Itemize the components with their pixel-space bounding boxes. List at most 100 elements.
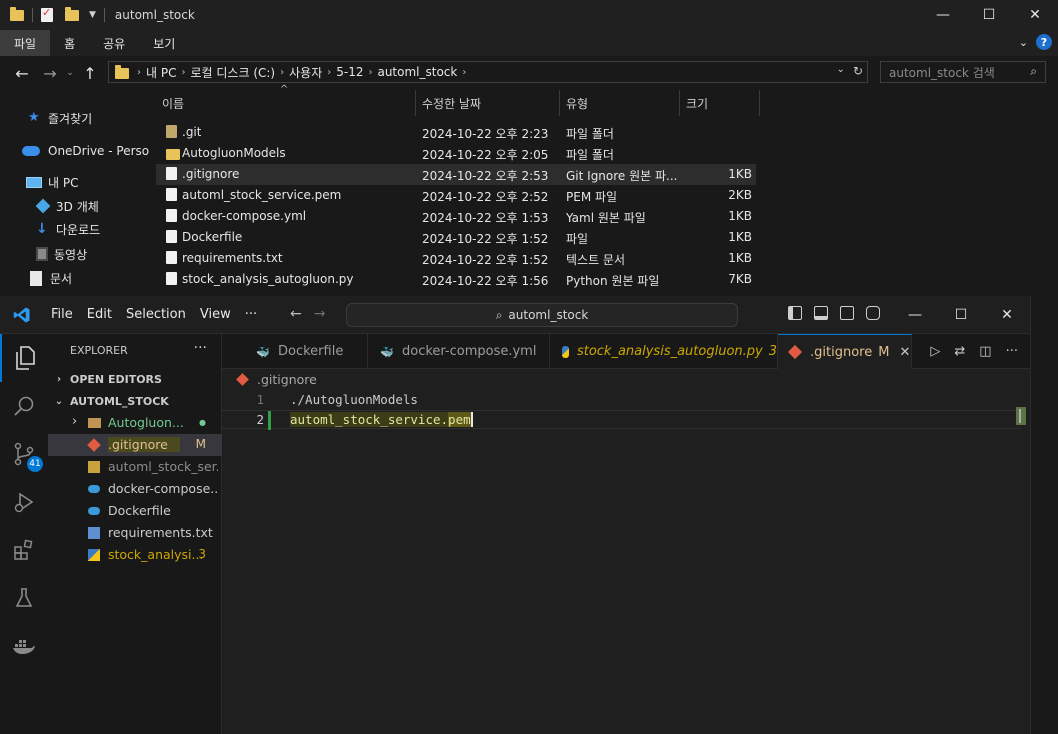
recent-locations-icon[interactable]: ⌄ [64, 59, 76, 87]
tab-stock-analysis[interactable]: stock_analysis_autogluon.py 3 [550, 334, 778, 369]
tree-item[interactable]: automl_stock_ser... [48, 456, 222, 478]
close-icon[interactable]: ✕ [899, 345, 910, 360]
tree-item[interactable]: .gitignore M [48, 434, 222, 456]
command-center-search[interactable]: ⌕ automl_stock [346, 303, 738, 327]
split-editor-icon[interactable]: ◫ [979, 344, 991, 359]
more-actions-icon[interactable]: ··· [194, 340, 207, 356]
more-actions-icon[interactable]: ··· [1006, 344, 1018, 359]
source-control-icon[interactable]: 41 [0, 430, 48, 478]
menu-file[interactable]: File [44, 307, 80, 322]
file-row[interactable]: stock_analysis_autogluon.py 2024-10-22 오후… [156, 269, 756, 290]
forward-arrow-icon[interactable]: → [314, 306, 326, 322]
toggle-sidebar-icon[interactable] [788, 306, 802, 320]
file-row[interactable]: AutogluonModels 2024-10-22 오후 2:05 파일 폴더 [156, 143, 756, 164]
nav-item-label: 즐겨찾기 [48, 111, 93, 126]
nav-item-documents[interactable]: 문서 [30, 267, 72, 289]
address-bar[interactable]: › 내 PC › 로컬 디스크 (C:) › 사용자 › 5-12 › auto… [108, 61, 868, 83]
up-arrow-icon[interactable]: ↑ [76, 59, 104, 87]
compare-changes-icon[interactable]: ⇄ [954, 344, 965, 359]
file-row[interactable]: Dockerfile 2024-10-22 오후 1:52 파일 1KB [156, 227, 756, 248]
tree-item[interactable]: requirements.txt [48, 522, 222, 544]
breadcrumb-item[interactable]: 내 PC [146, 64, 176, 81]
section-open-editors[interactable]: › OPEN EDITORS [48, 368, 222, 390]
minimap[interactable] [1016, 407, 1026, 425]
tree-item[interactable]: › Autogluon... ● [48, 412, 222, 434]
run-icon[interactable]: ▷ [930, 344, 940, 359]
menu-selection[interactable]: Selection [119, 307, 193, 322]
editor-breadcrumb[interactable]: .gitignore [236, 372, 317, 387]
ribbon-tab-view[interactable]: 보기 [139, 30, 189, 56]
file-icon [166, 251, 177, 264]
tab-gitignore[interactable]: .gitignore M ✕ [778, 334, 912, 369]
section-workspace[interactable]: ⌄ AUTOML_STOCK [48, 390, 222, 412]
file-row[interactable]: requirements.txt 2024-10-22 오후 1:52 텍스트 문서… [156, 248, 756, 269]
expand-ribbon-icon[interactable]: ⌄ [1019, 36, 1028, 49]
file-icon [166, 230, 177, 243]
menu-more[interactable]: ··· [238, 307, 264, 322]
breadcrumb-item[interactable]: automl_stock [377, 65, 457, 79]
breadcrumb-item[interactable]: 로컬 디스크 (C:) [190, 64, 275, 81]
nav-item-videos[interactable]: 동영상 [36, 243, 87, 265]
customize-toolbar-icon[interactable]: ▼ [89, 10, 96, 20]
column-header-type[interactable]: 유형 [560, 90, 680, 116]
tree-item[interactable]: Dockerfile [48, 500, 222, 522]
back-arrow-icon[interactable]: ← [290, 306, 302, 322]
maximize-button[interactable]: ☐ [938, 296, 984, 334]
nav-item-downloads[interactable]: ↓ 다운로드 [36, 218, 100, 240]
code-line-current[interactable]: 2 automl_stock_service.pem [222, 410, 1022, 430]
search-icon[interactable] [0, 382, 48, 430]
code-editor[interactable]: .gitignore 1 ./AutogluonModels 2 automl_… [222, 369, 1030, 734]
nav-item-favorites[interactable]: ★ 즐겨찾기 [28, 107, 92, 129]
ribbon-tab-share[interactable]: 공유 [89, 30, 139, 56]
file-type: 텍스트 문서 [566, 253, 626, 267]
tree-item[interactable]: docker-compose.... [48, 478, 222, 500]
tab-docker-compose[interactable]: 🐳 docker-compose.yml [368, 334, 550, 369]
help-icon[interactable]: ? [1036, 34, 1052, 50]
tab-dockerfile[interactable]: 🐳 Dockerfile [244, 334, 368, 369]
python-icon [88, 549, 100, 561]
menu-edit[interactable]: Edit [80, 307, 119, 322]
explorer-icon[interactable] [0, 334, 48, 382]
search-input[interactable]: automl_stock 검색 ⌕ [880, 61, 1046, 83]
close-button[interactable]: ✕ [984, 296, 1030, 334]
forward-arrow-icon[interactable]: → [36, 59, 64, 87]
docker-icon[interactable] [0, 622, 48, 670]
text-highlight: automl_stock_service. [290, 412, 449, 427]
minimize-button[interactable]: — [920, 0, 966, 30]
extensions-icon[interactable] [0, 526, 48, 574]
file-icon [166, 209, 177, 222]
testing-flask-icon[interactable] [0, 574, 48, 622]
customize-layout-icon[interactable] [866, 306, 880, 320]
nav-item-this-pc[interactable]: 내 PC [26, 171, 78, 193]
properties-icon[interactable] [41, 6, 53, 22]
file-name: docker-compose.yml [182, 209, 307, 223]
file-size: 1KB [728, 230, 752, 244]
ribbon-tab-file[interactable]: 파일 [0, 30, 51, 56]
file-row[interactable]: docker-compose.yml 2024-10-22 오후 1:53 Yaml… [156, 206, 756, 227]
folder-icon [166, 125, 177, 138]
tab-label: docker-compose.yml [402, 344, 537, 359]
column-header-size[interactable]: 크기 [680, 90, 760, 116]
toggle-panel-icon[interactable] [814, 306, 828, 320]
back-arrow-icon[interactable]: ← [8, 59, 36, 87]
menu-view[interactable]: View [193, 307, 238, 322]
column-header-date[interactable]: 수정한 날짜 [416, 90, 560, 116]
file-row[interactable]: .gitignore 2024-10-22 오후 2:53 Git Ignore 원… [156, 164, 756, 185]
refresh-icon[interactable]: ↻ [853, 64, 863, 78]
close-button[interactable]: ✕ [1012, 0, 1058, 30]
code-line[interactable]: 1 ./AutogluonModels [222, 391, 1022, 410]
minimize-button[interactable]: — [892, 296, 938, 334]
file-row[interactable]: automl_stock_service.pem 2024-10-22 오후 2:… [156, 185, 756, 206]
tree-item[interactable]: stock_analysi... 3 [48, 544, 222, 566]
nav-item-onedrive[interactable]: OneDrive - Perso [22, 140, 149, 162]
ribbon-tab-home[interactable]: 홈 [50, 30, 89, 56]
address-dropdown-icon[interactable]: ⌄ [837, 64, 845, 78]
toggle-secondary-sidebar-icon[interactable] [840, 306, 854, 320]
maximize-button[interactable]: ☐ [966, 0, 1012, 30]
new-folder-icon[interactable] [65, 6, 79, 21]
breadcrumb-item[interactable]: 사용자 [289, 64, 322, 81]
run-debug-icon[interactable] [0, 478, 48, 526]
file-row[interactable]: .git 2024-10-22 오후 2:23 파일 폴더 [156, 122, 756, 143]
breadcrumb-item[interactable]: 5-12 [336, 65, 363, 79]
nav-item-3d-objects[interactable]: 3D 개체 [36, 195, 99, 217]
